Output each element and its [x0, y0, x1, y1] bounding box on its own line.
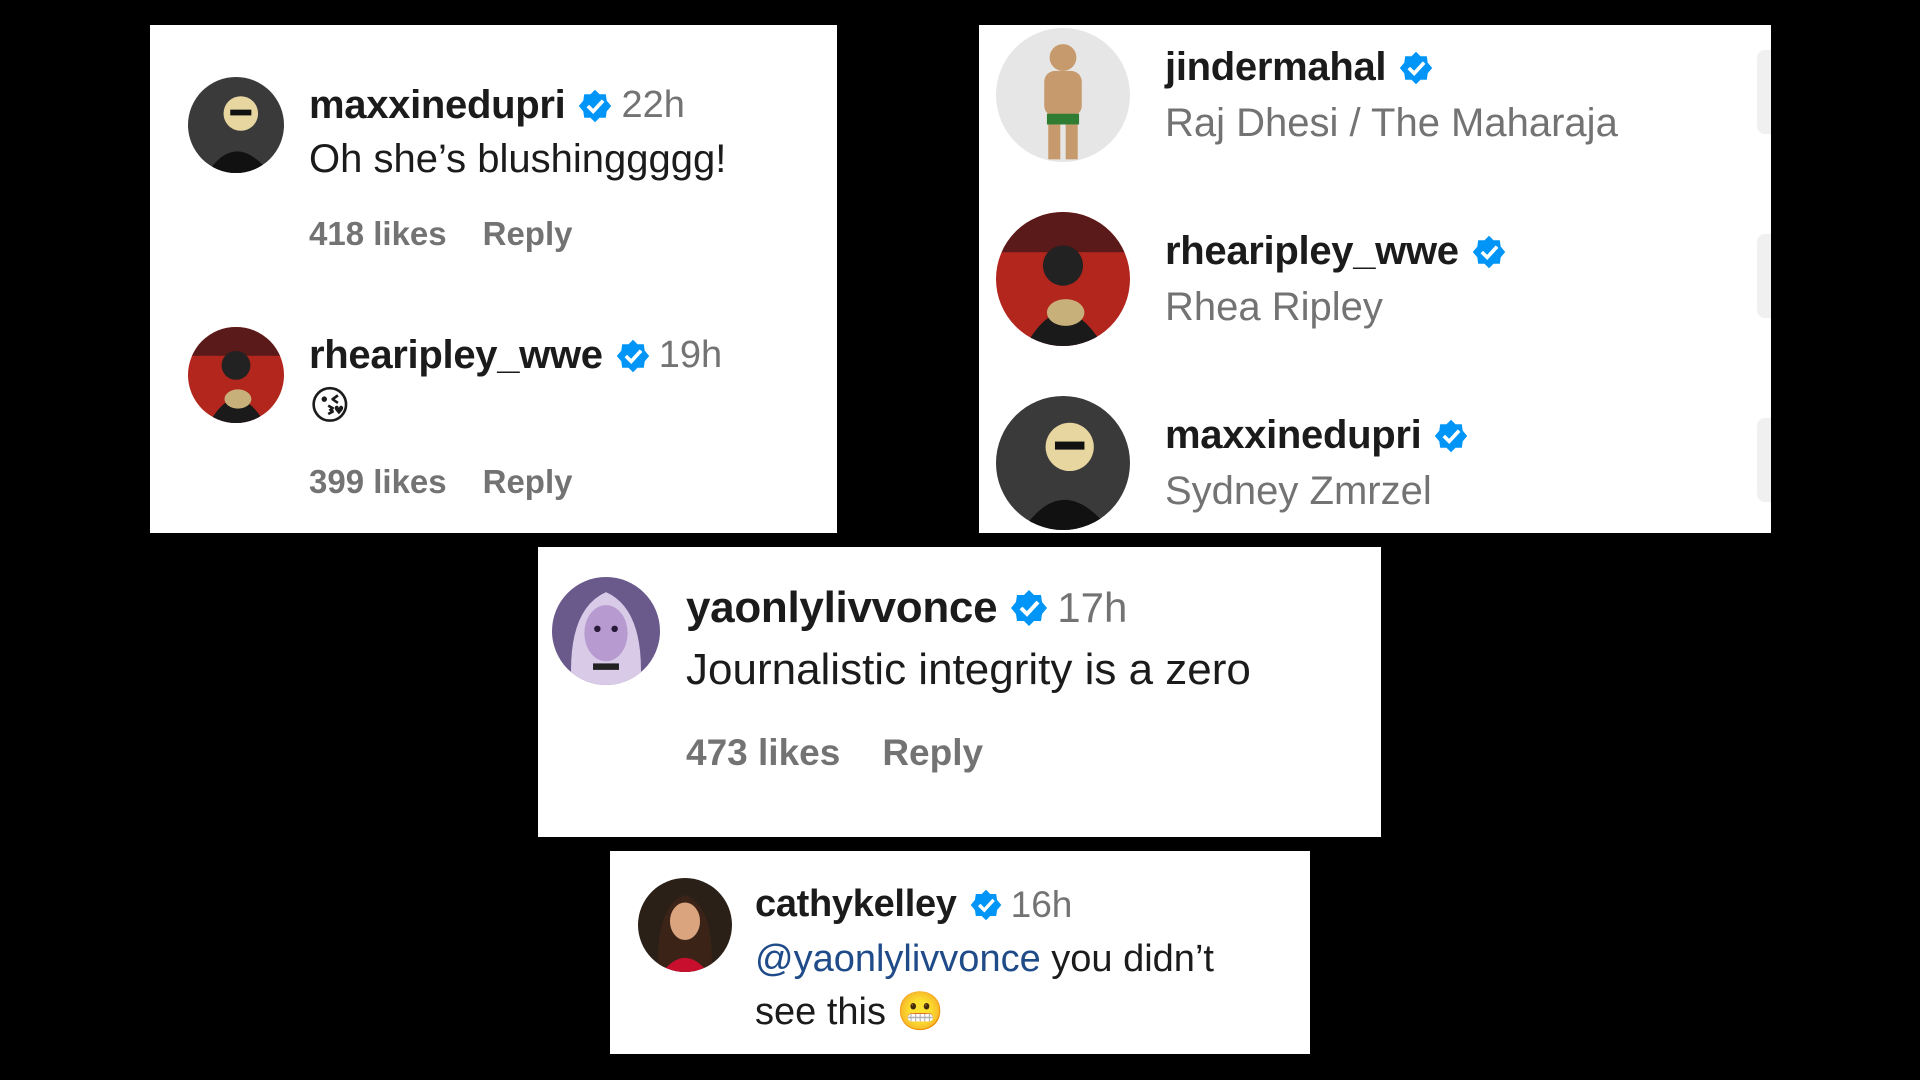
comment-header: maxxinedupri 22h — [309, 83, 685, 128]
comment-meta: 473 likes Reply — [686, 732, 983, 774]
avatar-cathykelley[interactable] — [638, 878, 732, 972]
comment-time: 17h — [1057, 584, 1128, 631]
user-header: jindermahal — [1165, 45, 1434, 90]
username[interactable]: maxxinedupri — [309, 83, 566, 128]
username[interactable]: maxxinedupri — [1165, 413, 1422, 458]
comment-text-line1: you didn’t — [1040, 938, 1214, 980]
verified-badge-icon — [969, 888, 1003, 922]
likes-count[interactable]: 418 likes — [309, 215, 447, 253]
username[interactable]: yaonlylivvonce — [686, 583, 998, 633]
comment-text-line2: see this — [755, 991, 897, 1033]
follow-button-edge[interactable] — [1757, 50, 1771, 134]
avatar-jindermahal[interactable] — [996, 28, 1130, 162]
reply-button[interactable]: Reply — [483, 463, 573, 501]
verified-badge-icon — [577, 88, 613, 124]
grimace-emoji: 😬 — [896, 989, 944, 1033]
comment-meta: 399 likes Reply — [309, 463, 573, 501]
verified-badge-icon — [615, 338, 651, 374]
avatar-maxxinedupri[interactable] — [996, 396, 1130, 530]
comment-text: Journalistic integrity is a zero — [686, 645, 1251, 694]
follow-button-edge[interactable] — [1757, 234, 1771, 318]
full-name: Raj Dhesi / The Maharaja — [1165, 101, 1618, 145]
verified-badge-icon — [1471, 234, 1507, 270]
comment-header: rhearipley_wwe 19h — [309, 333, 722, 378]
comment-time: 22h — [621, 84, 685, 126]
verified-badge-icon — [1398, 50, 1434, 86]
avatar-maxxinedupri[interactable] — [188, 77, 284, 173]
comment-panel-cathykelley: cathykelley 16h @yaonlylivvonce you didn… — [610, 851, 1310, 1054]
likes-count[interactable]: 473 likes — [686, 732, 840, 774]
comment-text: @yaonlylivvonce you didn’t see this 😬 — [755, 933, 1214, 1038]
username[interactable]: rhearipley_wwe — [309, 333, 603, 378]
username[interactable]: jindermahal — [1165, 45, 1387, 90]
reply-button[interactable]: Reply — [483, 215, 573, 253]
likes-count[interactable]: 399 likes — [309, 463, 447, 501]
verified-badge-icon — [1433, 418, 1469, 454]
comment-panel-maxxine-rhea: maxxinedupri 22h Oh she’s blushinggggg! … — [150, 25, 837, 533]
avatar-rhearipley-wwe[interactable] — [996, 212, 1130, 346]
comment-text: Oh she’s blushinggggg! — [309, 137, 727, 181]
follow-button-edge[interactable] — [1757, 418, 1771, 502]
comment-panel-yaonlylivvonce: yaonlylivvonce 17h Journalistic integrit… — [538, 547, 1381, 837]
verified-badge-icon — [1009, 588, 1049, 628]
comment-header: yaonlylivvonce 17h — [686, 583, 1127, 633]
comment-meta: 418 likes Reply — [309, 215, 573, 253]
full-name: Rhea Ripley — [1165, 285, 1383, 329]
user-list-panel: jindermahal Raj Dhesi / The Maharaja rhe… — [979, 25, 1771, 533]
avatar-rhearipley-wwe[interactable] — [188, 327, 284, 423]
comment-time: 19h — [658, 334, 723, 376]
comment-text: 😘 — [309, 383, 351, 429]
user-header: rhearipley_wwe — [1165, 229, 1507, 274]
username[interactable]: rhearipley_wwe — [1165, 229, 1459, 274]
mention-link[interactable]: @yaonlylivvonce — [755, 938, 1041, 980]
comment-header: cathykelley 16h — [755, 883, 1072, 926]
reply-button[interactable]: Reply — [882, 732, 983, 774]
username[interactable]: cathykelley — [755, 883, 957, 926]
full-name: Sydney Zmrzel — [1165, 469, 1432, 513]
user-header: maxxinedupri — [1165, 413, 1469, 458]
comment-time: 16h — [1010, 883, 1073, 925]
avatar-yaonlylivvonce[interactable] — [552, 577, 660, 685]
